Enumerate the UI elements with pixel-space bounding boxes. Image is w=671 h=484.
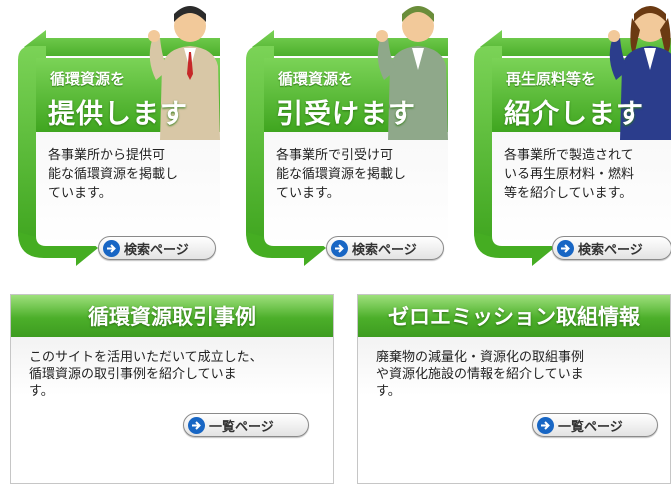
panel-subtitle: 再生原料等を (506, 70, 597, 88)
box-description: 廃棄物の減量化・資源化の取組事例 や資源化施設の情報を紹介していま す。 (376, 350, 585, 399)
box-description: このサイトを活用いただいて成立した、 循環資源の取引事例を紹介していま す。 (29, 350, 263, 399)
panel-description: 各事業所から提供可 能な循環資源を掲載し ています。 (48, 148, 179, 201)
arrow-right-circle-icon (331, 239, 348, 257)
search-page-button[interactable]: 検索ページ (326, 236, 444, 260)
arrow-right-circle-icon (557, 239, 574, 257)
panel-subtitle: 循環資源を (50, 70, 126, 88)
search-page-button[interactable]: 検索ページ (552, 236, 671, 260)
service-panel-1: 循環資源を 提供します 各事業所から提供可 能な循環資源を掲載し ています。 検… (10, 0, 242, 270)
panel-title: 紹介します (504, 99, 644, 130)
search-page-button[interactable]: 検索ページ (98, 236, 216, 260)
service-panel-3: 再生原料等を 紹介します 各事業所で製造されて いる再生原材料・燃料 等を紹介し… (466, 0, 671, 270)
list-page-button[interactable]: 一覧ページ (183, 413, 309, 437)
panel-title: 提供します (48, 99, 188, 130)
box-title: ゼロエミッション取組情報 (358, 295, 670, 337)
box-torihiki-jirei: 循環資源取引事例 このサイトを活用いただいて成立した、 循環資源の取引事例を紹介… (10, 294, 334, 484)
panel-description: 各事業所で製造されて いる再生原材料・燃料 等を紹介しています。 (504, 148, 635, 201)
panel-subtitle: 循環資源を (278, 70, 354, 88)
panel-description: 各事業所で引受け可 能な循環資源を掲載し ています。 (276, 148, 407, 201)
arrow-right-circle-icon (103, 239, 120, 257)
service-panel-2: 循環資源を 引受けます 各事業所で引受け可 能な循環資源を掲載し ています。 検… (238, 0, 470, 270)
panel-title: 引受けます (276, 99, 416, 130)
box-title: 循環資源取引事例 (11, 295, 333, 337)
list-page-button[interactable]: 一覧ページ (532, 413, 658, 437)
arrow-right-circle-icon (188, 416, 205, 434)
arrow-right-circle-icon (537, 416, 554, 434)
box-zero-emission: ゼロエミッション取組情報 廃棄物の減量化・資源化の取組事例 や資源化施設の情報を… (357, 294, 671, 484)
